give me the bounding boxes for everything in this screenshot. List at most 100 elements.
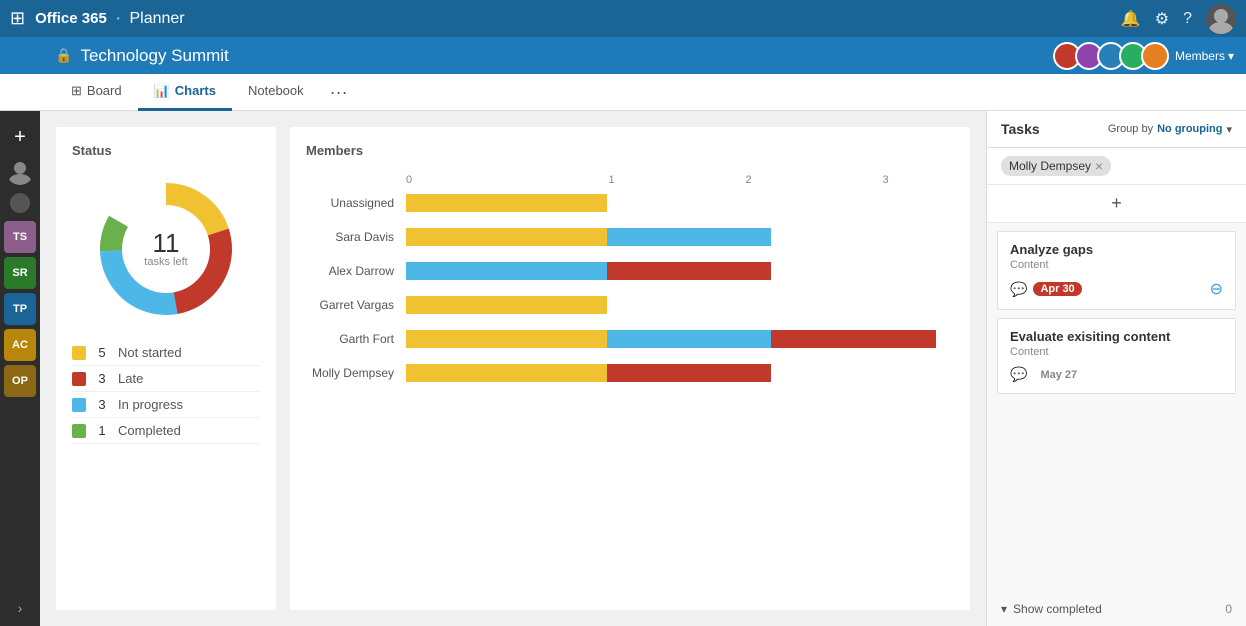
sidebar-add-button[interactable]: + xyxy=(4,121,36,153)
content-area: Status 11 tasks left xyxy=(40,111,986,626)
members-chart-card: Members 0123UnassignedSara DavisAlex Dar… xyxy=(290,127,970,610)
charts-icon: 📊 xyxy=(154,83,170,99)
task-card: Analyze gaps Content 💬 Apr 30 ⊖ xyxy=(997,231,1236,310)
legend-count: 1 xyxy=(94,423,110,438)
bar-area xyxy=(406,364,954,382)
add-task-icon: + xyxy=(1111,193,1122,214)
settings-icon[interactable]: ⚙ xyxy=(1155,9,1169,29)
bar-area xyxy=(406,296,954,314)
donut-chart: 11 tasks left xyxy=(72,174,260,324)
legend-item: 5 Not started xyxy=(72,340,260,366)
legend-count: 5 xyxy=(94,345,110,360)
bar-segment xyxy=(406,330,607,348)
subheader: 🔒 Technology Summit Members ▾ xyxy=(0,37,1246,74)
task-remove-icon[interactable]: ⊖ xyxy=(1210,279,1223,299)
user-avatar[interactable] xyxy=(1206,4,1236,34)
sidebar-item-ts[interactable]: TS xyxy=(4,221,36,253)
legend-text: Late xyxy=(118,371,143,386)
sidebar-item-sr[interactable]: SR xyxy=(4,257,36,289)
bar-segment xyxy=(406,296,607,314)
filter-chip: Molly Dempsey × xyxy=(1001,156,1111,176)
bar-segment xyxy=(771,330,935,348)
task-due-badge: May 27 xyxy=(1033,368,1084,382)
main-layout: + TS SR TP AC OP › Status xyxy=(0,111,1246,626)
members-section: Members ▾ xyxy=(1053,42,1234,70)
sidebar-user-icon[interactable] xyxy=(6,157,34,185)
grid-icon[interactable]: ⊞ xyxy=(10,8,25,29)
legend-color xyxy=(72,398,86,412)
sidebar-icon2[interactable] xyxy=(6,189,34,217)
bar-row: Sara Davis xyxy=(306,226,954,248)
notification-icon[interactable]: 🔔 xyxy=(1121,9,1141,29)
filter-chip-remove[interactable]: × xyxy=(1095,158,1103,174)
bar-segment xyxy=(406,228,607,246)
sidebar-item-op[interactable]: OP xyxy=(4,365,36,397)
nav-tabs: ⊞ Board 📊 Charts Notebook ··· xyxy=(0,74,1246,111)
comment-icon: 💬 xyxy=(1010,281,1027,298)
tasks-panel: Tasks Group by No grouping ▾ Molly Demps… xyxy=(986,111,1246,626)
help-icon[interactable]: ? xyxy=(1183,10,1192,28)
plan-title: Technology Summit xyxy=(80,46,1053,66)
bar-row: Garret Vargas xyxy=(306,294,954,316)
planner-label: Planner xyxy=(129,10,184,28)
legend-count: 3 xyxy=(94,397,110,412)
sidebar-expand-icon[interactable]: › xyxy=(18,600,23,616)
axis-label: 3 xyxy=(817,174,954,186)
board-icon: ⊞ xyxy=(71,83,82,99)
bar-chart: 0123UnassignedSara DavisAlex DarrowGarre… xyxy=(306,174,954,384)
more-icon: ··· xyxy=(330,82,348,103)
bar-label: Garth Fort xyxy=(306,332,406,346)
bar-row: Unassigned xyxy=(306,192,954,214)
member-avatar-5[interactable] xyxy=(1141,42,1169,70)
bar-segment xyxy=(406,262,607,280)
tasks-header: Tasks Group by No grouping ▾ xyxy=(987,111,1246,148)
topbar: ⊞ Office 365 · Planner 🔔 ⚙ ? xyxy=(0,0,1246,37)
groupby-value[interactable]: No grouping xyxy=(1157,123,1222,135)
tasks-groupby: Group by No grouping ▾ xyxy=(1108,123,1232,136)
bar-label: Molly Dempsey xyxy=(306,366,406,380)
bar-row: Garth Fort xyxy=(306,328,954,350)
bar-segment xyxy=(406,364,607,382)
axis-label: 2 xyxy=(680,174,817,186)
task-due-badge: Apr 30 xyxy=(1033,282,1081,296)
chevron-down-icon: ▾ xyxy=(1001,602,1007,616)
bar-area xyxy=(406,262,954,280)
task-title: Analyze gaps xyxy=(1010,242,1223,257)
tab-charts[interactable]: 📊 Charts xyxy=(138,74,232,111)
sidebar-item-tp[interactable]: TP xyxy=(4,293,36,325)
tasks-left-label: tasks left xyxy=(144,256,187,268)
show-completed-label: Show completed xyxy=(1013,602,1102,616)
member-avatars xyxy=(1053,42,1169,70)
sidebar-item-ac[interactable]: AC xyxy=(4,329,36,361)
legend-color xyxy=(72,346,86,360)
task-card: Evaluate exisiting content Content 💬 May… xyxy=(997,318,1236,394)
bar-segment xyxy=(607,262,771,280)
bar-label: Garret Vargas xyxy=(306,298,406,312)
nav-more[interactable]: ··· xyxy=(320,82,358,103)
legend-color xyxy=(72,424,86,438)
sidebar: + TS SR TP AC OP › xyxy=(0,111,40,626)
tasks-filter: Molly Dempsey × xyxy=(987,148,1246,185)
task-footer: 💬 Apr 30 ⊖ xyxy=(1010,279,1223,299)
legend-text: In progress xyxy=(118,397,183,412)
legend-color xyxy=(72,372,86,386)
axis-label: 1 xyxy=(543,174,680,186)
chart-title: Members xyxy=(306,143,954,158)
donut-center: 11 tasks left xyxy=(144,230,187,268)
legend-item: 3 Late xyxy=(72,366,260,392)
tasks-body: Analyze gaps Content 💬 Apr 30 ⊖ Evaluate… xyxy=(987,223,1246,592)
tab-notebook[interactable]: Notebook xyxy=(232,74,320,111)
bar-segment xyxy=(607,330,771,348)
show-completed-button[interactable]: ▾ Show completed 0 xyxy=(987,592,1246,626)
status-card: Status 11 tasks left xyxy=(56,127,276,610)
bar-area xyxy=(406,330,954,348)
add-task-button[interactable]: + xyxy=(987,185,1246,223)
tab-board[interactable]: ⊞ Board xyxy=(55,74,138,111)
legend-item: 3 In progress xyxy=(72,392,260,418)
bar-segment xyxy=(607,228,771,246)
board-label: Board xyxy=(87,83,122,98)
task-subtitle: Content xyxy=(1010,259,1223,271)
members-button[interactable]: Members ▾ xyxy=(1175,49,1234,63)
task-subtitle: Content xyxy=(1010,346,1223,358)
status-title: Status xyxy=(72,143,260,158)
